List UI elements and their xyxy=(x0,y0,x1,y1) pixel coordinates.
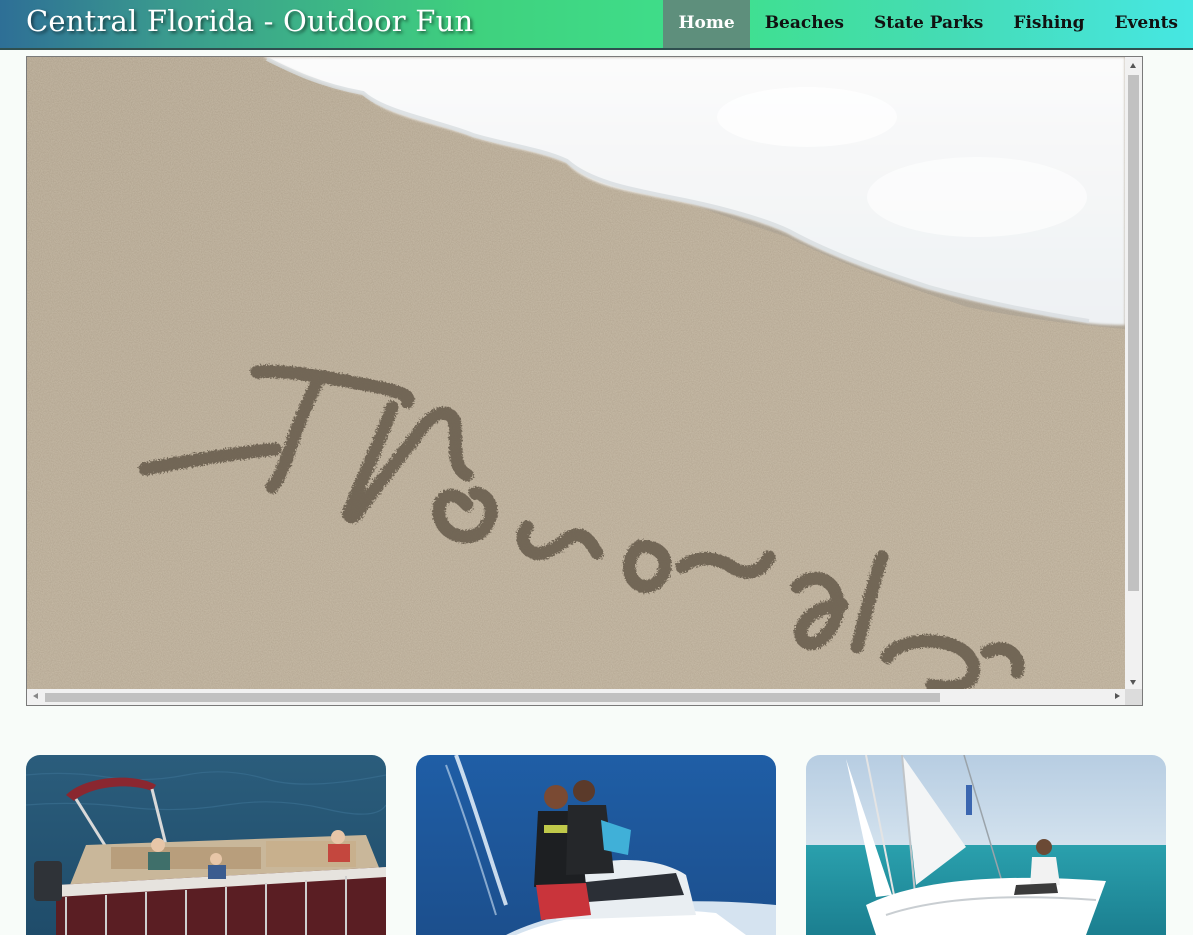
scroll-corner xyxy=(1125,689,1142,705)
activity-card-pontoon[interactable] xyxy=(26,755,386,935)
activity-card-jetski[interactable] xyxy=(416,755,776,935)
hero-beach-image xyxy=(27,57,1125,689)
jet-ski-photo xyxy=(416,755,776,935)
nav-fishing[interactable]: Fishing xyxy=(998,0,1099,48)
horizontal-scrollbar[interactable] xyxy=(27,689,1125,705)
vertical-scrollbar[interactable] xyxy=(1125,57,1142,689)
nav-home[interactable]: Home xyxy=(663,0,750,48)
activity-card-sailboat[interactable] xyxy=(806,755,1166,935)
nav-beaches[interactable]: Beaches xyxy=(750,0,859,48)
vertical-scroll-thumb[interactable] xyxy=(1128,75,1139,591)
site-header: Central Florida - Outdoor Fun Home Beach… xyxy=(0,0,1193,50)
main-nav: Home Beaches State Parks Fishing Events xyxy=(663,0,1193,48)
scroll-right-arrow-icon[interactable] xyxy=(1115,693,1120,699)
site-title: Central Florida - Outdoor Fun xyxy=(26,4,474,38)
sailboat-photo xyxy=(806,755,1166,935)
pontoon-boat-photo xyxy=(26,755,386,935)
horizontal-scroll-thumb[interactable] xyxy=(45,693,940,702)
nav-events[interactable]: Events xyxy=(1100,0,1193,48)
scroll-left-arrow-icon[interactable] xyxy=(33,693,38,699)
hero-scroll-frame[interactable] xyxy=(26,56,1143,706)
scroll-down-arrow-icon[interactable] xyxy=(1130,680,1136,685)
nav-state-parks[interactable]: State Parks xyxy=(859,0,998,48)
scroll-up-arrow-icon[interactable] xyxy=(1130,63,1136,68)
